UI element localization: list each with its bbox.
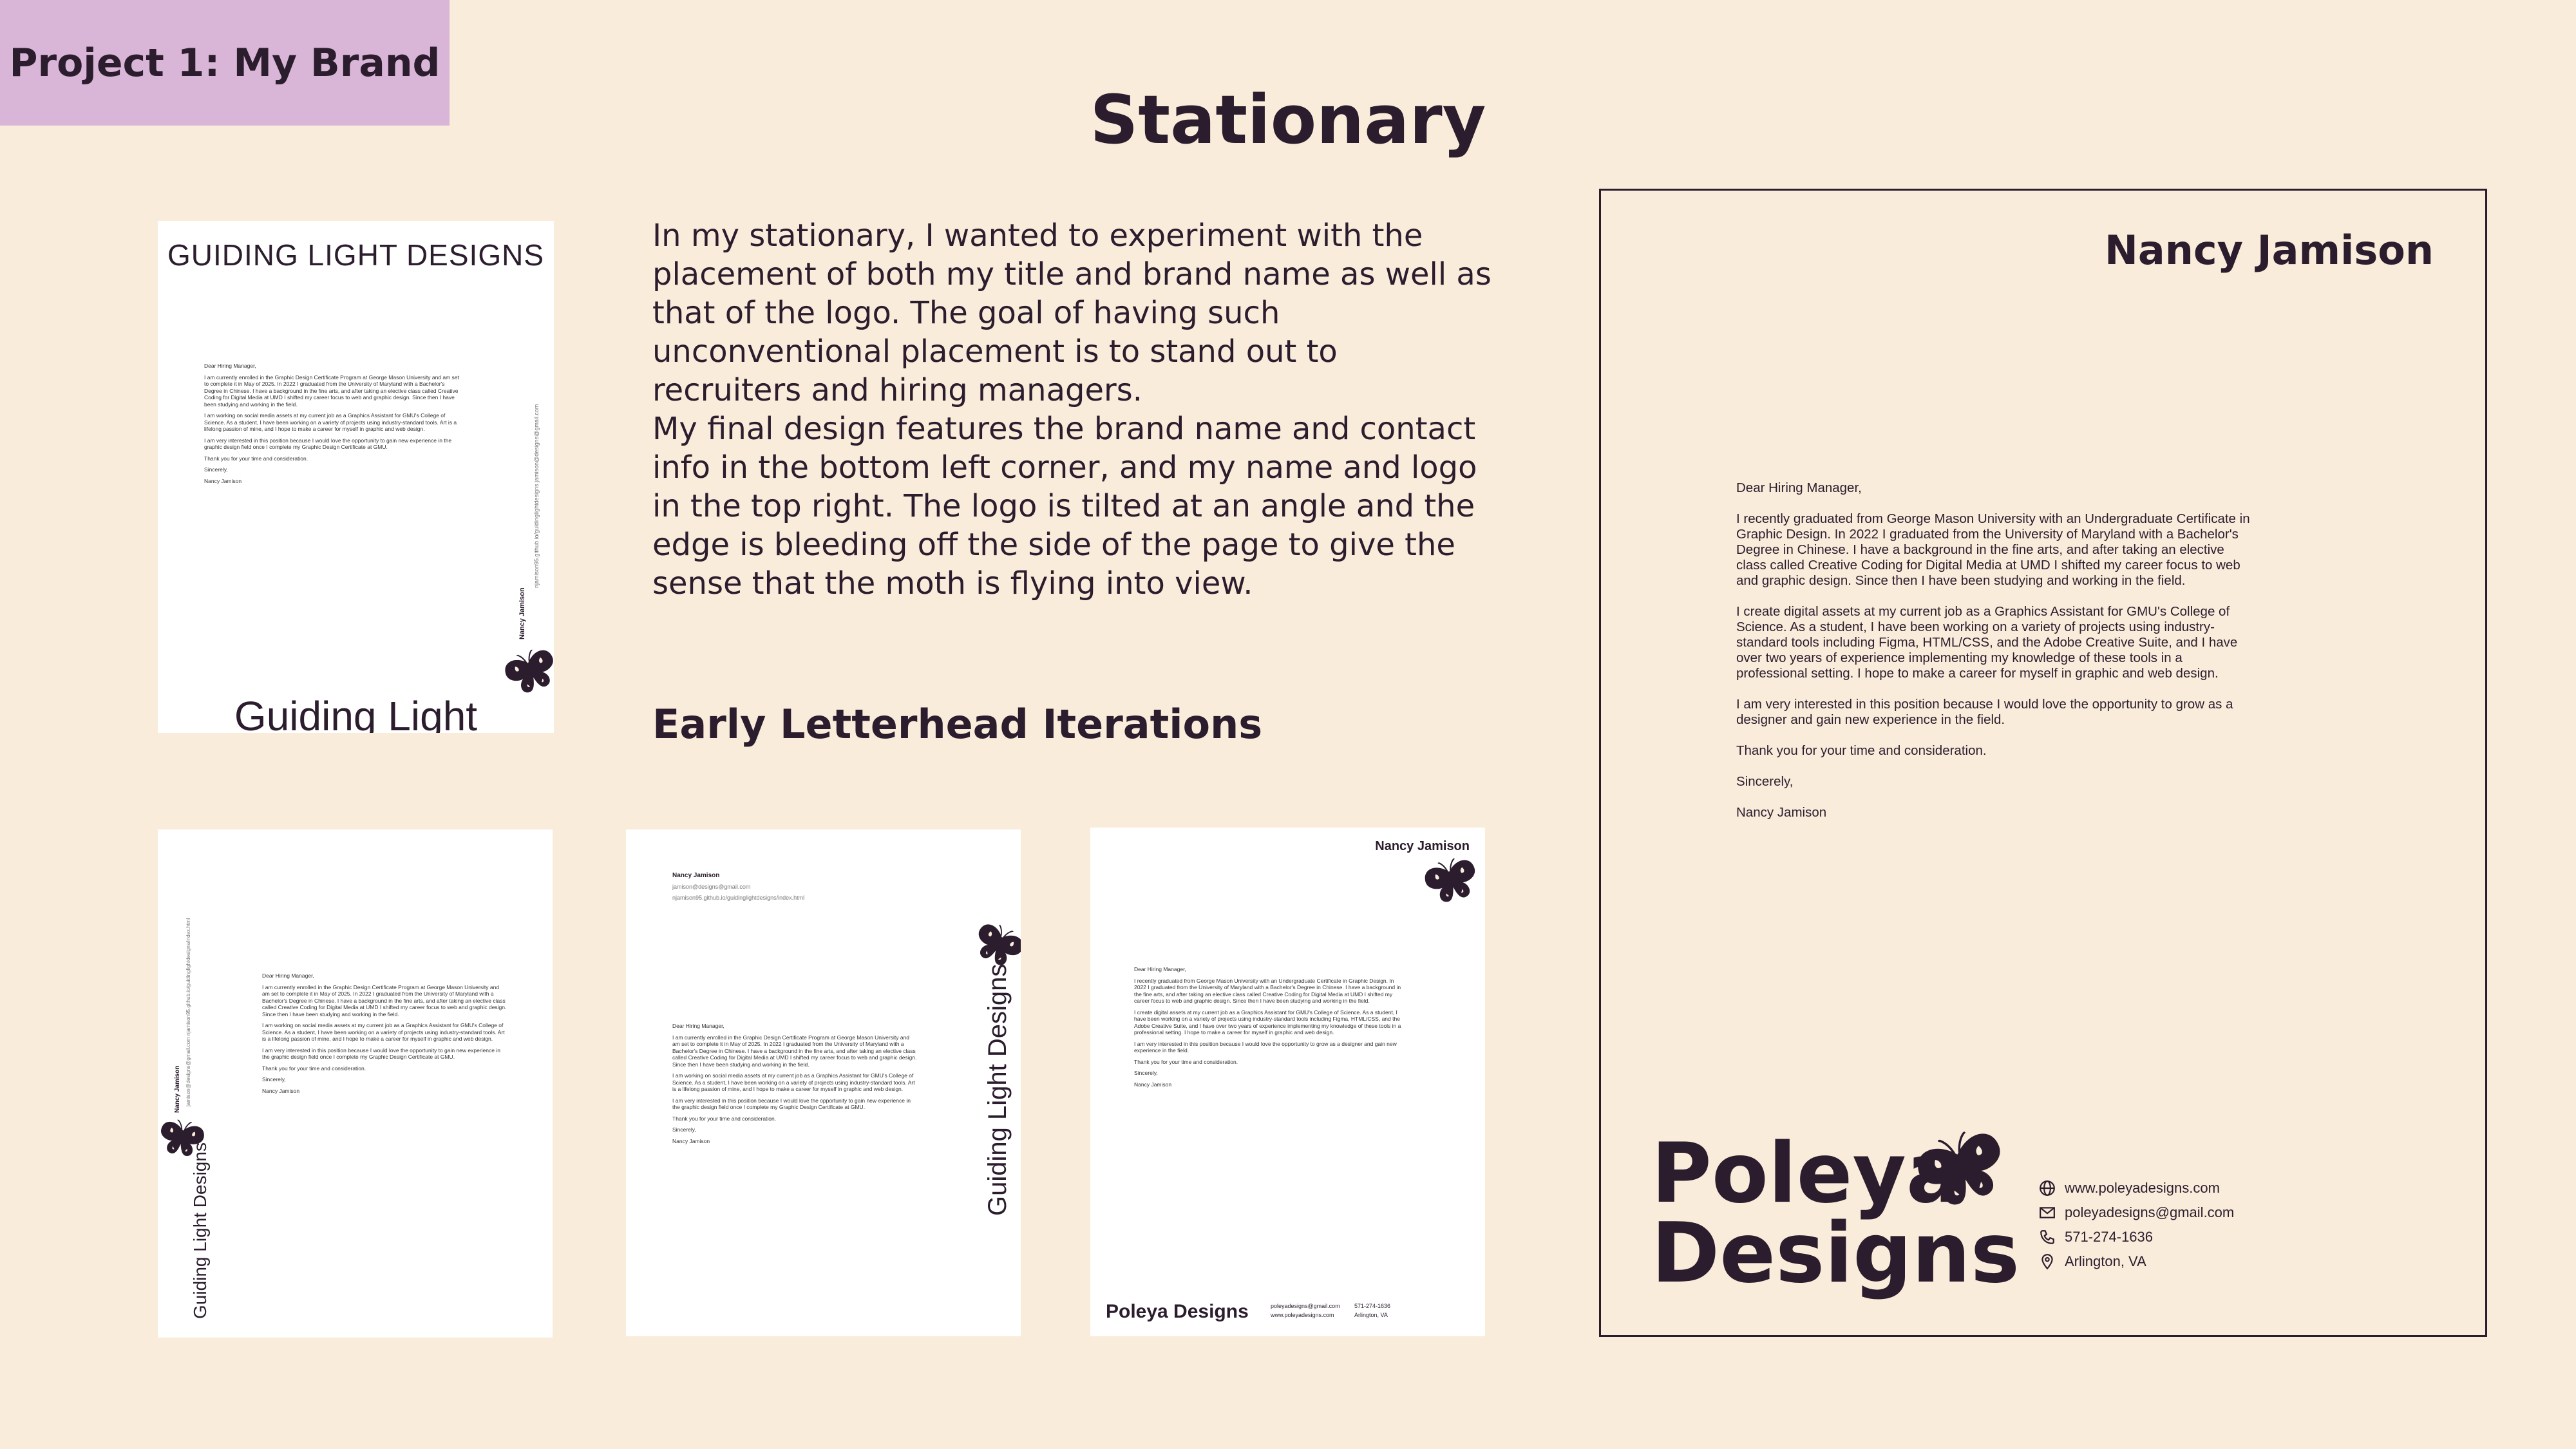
side-name: Nancy Jamison [174, 1065, 181, 1113]
letter-line: Sincerely, [672, 1126, 696, 1133]
letter-line: I am currently enrolled in the Graphic D… [262, 983, 507, 1018]
letter-line: I am very interested in this position be… [672, 1097, 911, 1111]
letter-line: Dear Hiring Manager, [672, 1023, 724, 1029]
letterhead-iteration-4: Nancy Jamison Dear Hiring Manager, I rec… [1090, 828, 1485, 1336]
phone-icon [2040, 1230, 2054, 1244]
location-pin-icon [2041, 1254, 2053, 1270]
letter-line: I am working on social media assets at m… [204, 412, 457, 432]
phone-text: 571-274-1636 [2065, 1229, 2154, 1245]
contact-email: poleyadesigns@gmail.com [2039, 1200, 2234, 1225]
footer-location: Arlington, VA [1354, 1312, 1388, 1318]
letter-line: Thank you for your time and consideratio… [672, 1115, 777, 1122]
header-name: Nancy Jamison [1375, 839, 1470, 853]
contact-info: www.poleyadesigns.com poleyadesigns@gmai… [2039, 1176, 2234, 1274]
letter-line: Nancy Jamison [204, 477, 242, 484]
letter-line: I am very interested in this position be… [1736, 697, 2233, 727]
letter-line: Sincerely, [1134, 1070, 1158, 1076]
letter-line: I am currently enrolled in the Graphic D… [672, 1034, 917, 1068]
letter-line: I recently graduated from George Mason U… [1736, 511, 2250, 588]
moth-logo-icon [1421, 854, 1482, 909]
mail-icon [2040, 1207, 2055, 1218]
letter-line: I am very interested in this position be… [204, 437, 452, 451]
letter-line: Dear Hiring Manager, [262, 972, 314, 979]
page-title: Stationary [1090, 80, 1486, 159]
location-text: Arlington, VA [2065, 1253, 2146, 1269]
moth-logo-icon [500, 643, 554, 700]
description-paragraph-2: My final design features the brand name … [652, 411, 1477, 601]
letter-line: Thank you for your time and consideratio… [204, 455, 308, 462]
header-name: Nancy Jamison [672, 872, 720, 879]
letterhead-iteration-3: Nancy Jamison jamison@designs@gmail.com … [626, 829, 1021, 1336]
letter-line: Thank you for your time and consideratio… [1736, 743, 1987, 758]
side-contact: jamison@designs@gmail.com njamison95.git… [185, 918, 191, 1106]
side-brand-title: Guiding Light Designs [190, 1142, 210, 1319]
brand-title-top: GUIDING LIGHT DESIGNS [167, 238, 545, 272]
contact-location: Arlington, VA [2039, 1249, 2234, 1274]
final-letterhead: Nancy Jamison Dear Hiring Manager, I rec… [1599, 189, 2487, 1337]
contact-website: www.poleyadesigns.com [2039, 1176, 2234, 1200]
letterhead-iteration-1: GUIDING LIGHT DESIGNS Dear Hiring Manage… [158, 221, 554, 733]
letter-line: I am working on social media assets at m… [262, 1022, 505, 1042]
letter-line: I create digital assets at my current jo… [1736, 604, 2238, 681]
letter-line: Thank you for your time and consideratio… [262, 1065, 366, 1072]
final-letter-body: Dear Hiring Manager, I recently graduate… [1736, 480, 2251, 836]
side-brand-title: Guiding Light Designs [983, 963, 1012, 1216]
description-paragraph-1: In my stationary, I wanted to experiment… [652, 218, 1492, 408]
side-contact: njamison95.github.io/guidinglightdesigns… [533, 404, 540, 588]
letter-line: I am working on social media assets at m… [672, 1072, 915, 1092]
letter-body: Dear Hiring Manager, I am currently enro… [672, 1023, 917, 1149]
footer-phone: 571-274-1636 [1354, 1303, 1391, 1309]
letter-line: Thank you for your time and consideratio… [1134, 1058, 1238, 1065]
letterhead-iteration-2: Guiding Light Designs Nancy Jamison jami… [158, 829, 553, 1338]
letter-line: Dear Hiring Manager, [204, 363, 256, 369]
footer-brand: Poleya Designs [1106, 1301, 1249, 1322]
brand-line-2: Designs [1651, 1206, 2020, 1302]
letter-line: I am currently enrolled in the Graphic D… [204, 374, 459, 408]
email-text: poleyadesigns@gmail.com [2065, 1204, 2235, 1220]
final-name: Nancy Jamison [2104, 227, 2434, 274]
letter-body: Dear Hiring Manager, I am currently enro… [262, 972, 507, 1099]
letter-line: I am very interested in this position be… [1134, 1040, 1397, 1054]
side-name: Nancy Jamison [518, 587, 526, 639]
letter-line: I recently graduated from George Mason U… [1134, 977, 1401, 1005]
header-email: jamison@designs@gmail.com [672, 884, 751, 890]
letter-line: I create digital assets at my current jo… [1134, 1009, 1401, 1036]
letter-body: Dear Hiring Manager, I recently graduate… [1134, 966, 1405, 1092]
letter-line: Nancy Jamison [1736, 805, 1827, 820]
letter-line: Nancy Jamison [262, 1087, 300, 1094]
globe-icon [2040, 1180, 2055, 1196]
footer-site: www.poleyadesigns.com [1271, 1312, 1334, 1318]
brand-title-bottom: Guiding Light Designs [234, 693, 478, 733]
letter-line: Sincerely, [204, 466, 228, 473]
header-site: njamison95.github.io/guidinglightdesigns… [672, 895, 805, 901]
iterations-heading: Early Letterhead Iterations [652, 701, 1263, 748]
moth-logo-icon [158, 1117, 207, 1160]
letter-line: Sincerely, [1736, 774, 1794, 789]
contact-phone: 571-274-1636 [2039, 1225, 2234, 1249]
letter-line: I am very interested in this position be… [262, 1046, 500, 1061]
footer-email: poleyadesigns@gmail.com [1271, 1303, 1340, 1309]
letter-body: Dear Hiring Manager, I am currently enro… [204, 363, 462, 489]
letter-line: Nancy Jamison [672, 1137, 710, 1144]
letter-line: Nancy Jamison [1134, 1081, 1172, 1088]
letter-line: Dear Hiring Manager, [1134, 966, 1186, 972]
letter-line: Dear Hiring Manager, [1736, 480, 1862, 495]
letter-line: Sincerely, [262, 1076, 286, 1083]
website-text: www.poleyadesigns.com [2065, 1180, 2220, 1196]
